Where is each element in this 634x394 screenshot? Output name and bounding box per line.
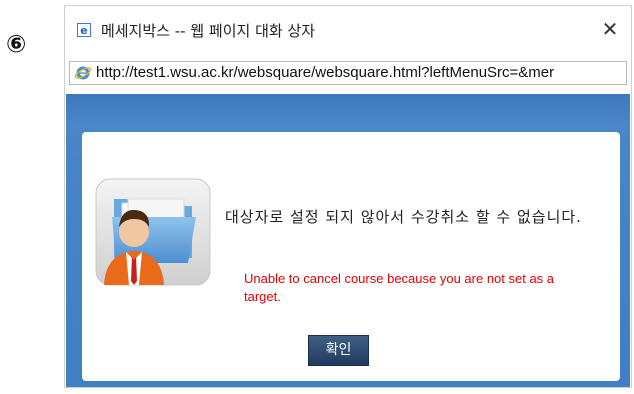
ie-title-icon: e [77,23,91,37]
address-url: http://test1.wsu.ac.kr/websquare/websqua… [96,64,555,81]
svg-text:e: e [80,24,87,37]
address-bar[interactable]: http://test1.wsu.ac.kr/websquare/websqua… [69,61,627,85]
dialog-background: 대상자로 설정 되지 않아서 수강취소 할 수 없습니다. Unable to … [66,94,630,387]
ie-page-icon [74,66,92,80]
ok-button[interactable]: 확인 [308,335,369,366]
dialog-window: e 메세지박스 -- 웹 페이지 대화 상자 ✕ http://test1.ws… [64,5,632,388]
message-english: Unable to cancel course because you are … [244,271,555,304]
title-bar: e 메세지박스 -- 웹 페이지 대화 상자 ✕ [65,6,631,54]
window-title: 메세지박스 -- 웹 페이지 대화 상자 [101,22,316,40]
user-folder-icon [95,178,211,286]
close-button[interactable]: ✕ [595,16,625,42]
message-korean: 대상자로 설정 되지 않아서 수강취소 할 수 없습니다. [225,208,582,226]
message-panel: 대상자로 설정 되지 않아서 수강취소 할 수 없습니다. Unable to … [82,132,620,381]
step-marker: ⑥ [6,30,27,58]
